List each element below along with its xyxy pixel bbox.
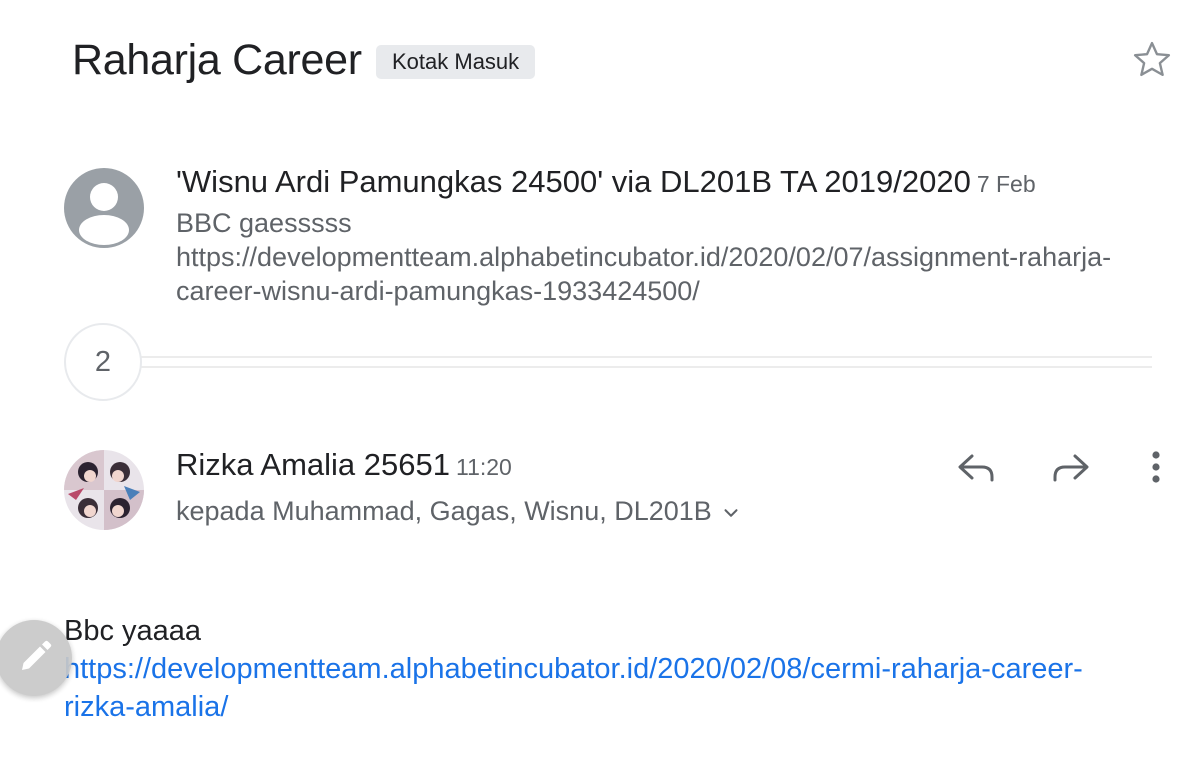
star-icon[interactable] [1130, 38, 1174, 82]
message-sender[interactable]: Rizka Amalia 25651 11:20 [176, 447, 512, 483]
sender-avatar [64, 168, 144, 248]
recipients-text: kepada Muhammad, Gagas, Wisnu, DL201B [176, 496, 712, 526]
sender-name: 'Wisnu Ardi Pamungkas 24500' via DL201B … [176, 164, 971, 199]
recipients-toggle[interactable]: kepada Muhammad, Gagas, Wisnu, DL201B [176, 496, 742, 527]
message-sender[interactable]: 'Wisnu Ardi Pamungkas 24500' via DL201B … [176, 164, 1036, 200]
sender-photo-avatar [64, 450, 144, 530]
message-snippet[interactable]: BBC gaesssss https://developmentteam.alp… [176, 206, 1136, 308]
email-subject: Raharja Career [72, 36, 362, 84]
message-body: Bbc yaaaa https://developmentteam.alphab… [64, 612, 1144, 726]
message-date: 7 Feb [976, 171, 1036, 197]
compose-button[interactable] [0, 620, 72, 696]
reply-icon[interactable] [952, 444, 1000, 492]
body-link[interactable]: https://developmentteam.alphabetincubato… [64, 650, 1144, 726]
inbox-label-chip[interactable]: Kotak Masuk [376, 45, 536, 79]
collapsed-messages-count[interactable]: 2 [64, 323, 142, 401]
collapsed-divider [140, 356, 1152, 358]
message-time: 11:20 [456, 454, 512, 480]
pencil-icon [22, 640, 52, 670]
person-icon [79, 183, 129, 245]
chevron-down-icon [724, 509, 738, 517]
sender-name: Rizka Amalia 25651 [176, 447, 450, 482]
forward-icon[interactable] [1047, 444, 1095, 492]
body-text-line: Bbc yaaaa [64, 615, 202, 647]
more-vert-icon[interactable] [1132, 444, 1180, 492]
collapsed-divider [140, 366, 1152, 368]
